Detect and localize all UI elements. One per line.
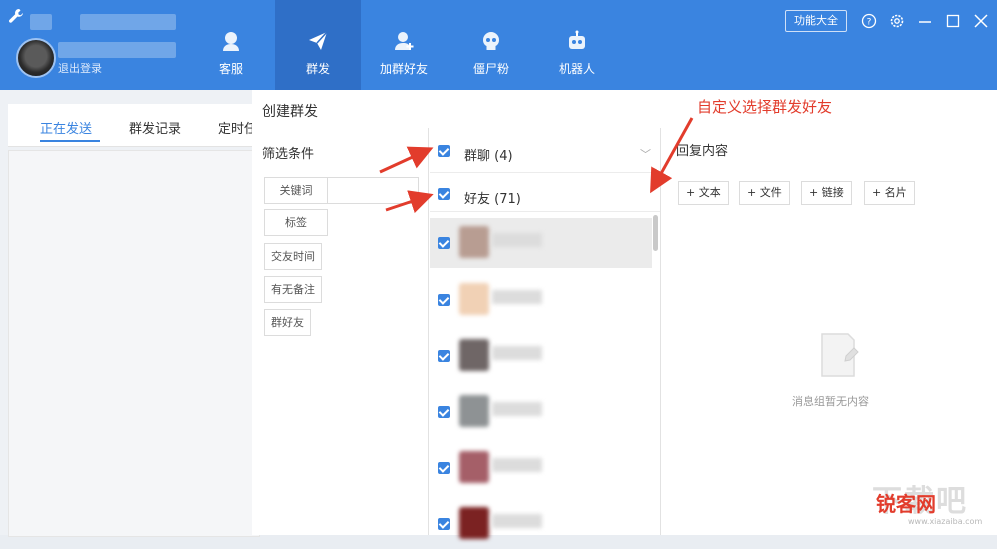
- watermark-tag: 锐客网: [876, 492, 936, 516]
- watermark-url: www.xiazaiba.com: [908, 517, 983, 526]
- annotation-text: 自定义选择群发好友: [697, 98, 833, 116]
- annotation-arrow: [385, 190, 434, 214]
- annotation-arrows: [379, 117, 694, 214]
- annotation-arrow: [650, 117, 694, 194]
- annotation-arrow: [379, 146, 434, 174]
